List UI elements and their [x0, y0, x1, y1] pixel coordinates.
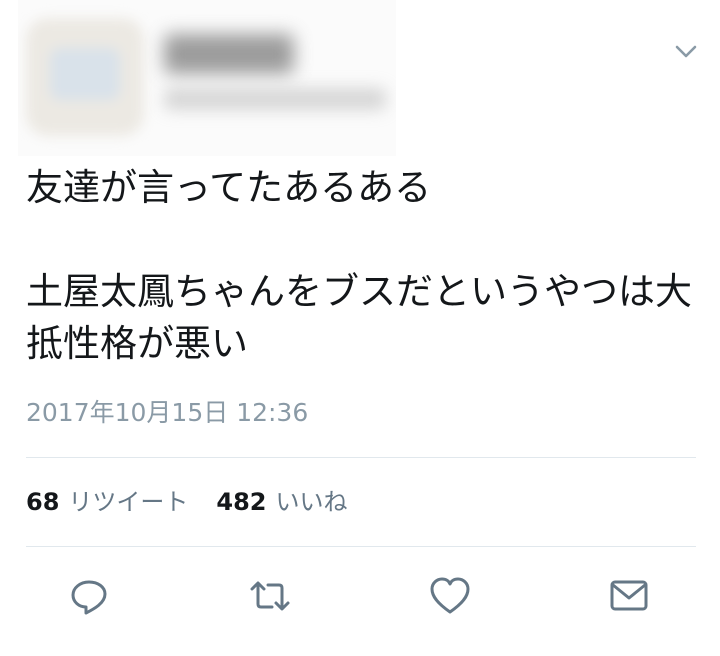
- author-name-blurred: [164, 34, 294, 74]
- divider: [26, 457, 696, 458]
- like-stat[interactable]: 482 いいね: [216, 486, 347, 518]
- author-header-blurred: [18, 0, 396, 156]
- retweet-icon[interactable]: [248, 574, 292, 618]
- reply-icon[interactable]: [68, 574, 112, 618]
- retweet-count: 68: [26, 488, 60, 516]
- like-label: いいね: [275, 488, 348, 516]
- action-bar: [0, 570, 720, 622]
- tweet-text: 友達が言ってたあるある 土屋太鳳ちゃんをブスだというやつは大抵性格が悪い: [26, 166, 692, 365]
- avatar[interactable]: [26, 18, 144, 136]
- chevron-down-icon[interactable]: [673, 38, 699, 64]
- retweet-stat[interactable]: 68 リツイート: [26, 486, 188, 518]
- heart-icon[interactable]: [428, 574, 472, 618]
- tweet-stats: 68 リツイート 482 いいね: [26, 486, 348, 518]
- tweet: 友達が言ってたあるある 土屋太鳳ちゃんをブスだというやつは大抵性格が悪い 201…: [0, 0, 720, 656]
- author-handle-blurred: [164, 88, 386, 110]
- envelope-icon[interactable]: [607, 574, 651, 618]
- tweet-timestamp[interactable]: 2017年10月15日 12:36: [26, 398, 308, 428]
- like-count: 482: [216, 488, 267, 516]
- divider: [26, 546, 696, 547]
- retweet-label: リツイート: [68, 488, 189, 516]
